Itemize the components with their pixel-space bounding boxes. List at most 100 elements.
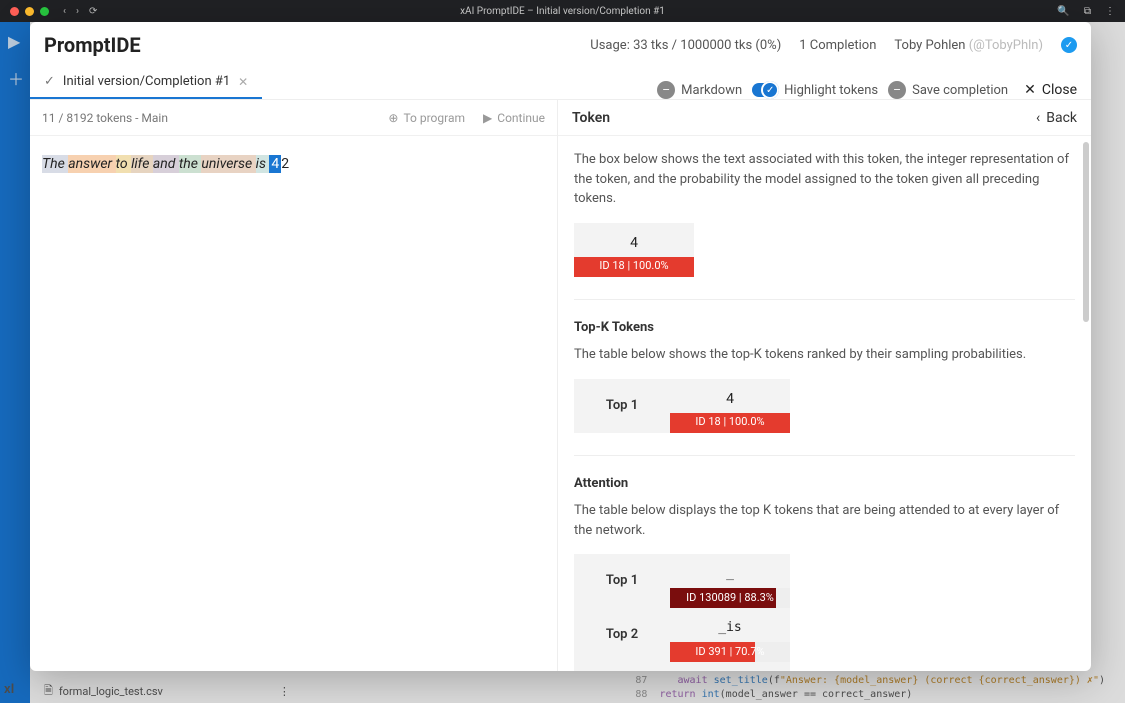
inspector-header: Token ‹ Back (558, 100, 1091, 136)
markdown-toggle[interactable]: – Markdown (657, 81, 742, 99)
kebab-menu-icon: ⋮ (279, 685, 290, 698)
highlight-toggle[interactable]: Highlight tokens (752, 83, 878, 98)
prompt-token[interactable]: the (179, 155, 202, 173)
usage-text: Usage: 33 tks / 1000000 tks (0%) (590, 38, 781, 53)
token-block: _isID 391 | 70.7% (670, 608, 790, 662)
bg-sidebar: ▶ ＋ (0, 22, 30, 703)
divider (574, 455, 1075, 456)
app-title: PromptIDE (44, 33, 141, 57)
bg-code-snippet: 87 await set_title(f"Answer: {model_answ… (635, 674, 1105, 702)
user-name-label: Toby Pohlen (894, 38, 965, 53)
attention-description: The table below displays the top K token… (574, 501, 1075, 540)
token-prob-bar: ID 130089 | 88.3% (670, 588, 790, 608)
back-label: Back (1046, 110, 1077, 126)
kebab-menu-icon[interactable]: ⋮ (1105, 6, 1115, 17)
topk-title: Top-K Tokens (574, 318, 1075, 338)
token-description: The box below shows the text associated … (574, 150, 1075, 209)
minimize-window-icon[interactable] (25, 7, 34, 16)
back-button[interactable]: ‹ Back (1036, 110, 1077, 126)
window-header: PromptIDE Usage: 33 tks / 1000000 tks (0… (30, 22, 1091, 64)
user-handle: (@TobyPhln) (969, 38, 1043, 53)
close-icon: ✕ (1024, 82, 1036, 98)
to-program-label: To program (403, 111, 465, 125)
prompt-token[interactable]: life (131, 155, 153, 173)
bg-file-name: formal_logic_test.csv (59, 685, 163, 698)
inspector-scroll[interactable]: The box below shows the text associated … (558, 136, 1091, 671)
markdown-label: Markdown (681, 83, 742, 98)
token-text: 4 (574, 223, 694, 257)
reload-icon[interactable]: ⟳ (89, 6, 97, 17)
search-icon[interactable]: 🔍 (1057, 6, 1069, 17)
token-count: 11 / 8192 tokens - Main (42, 111, 168, 125)
rank-label: Top 1 (574, 554, 670, 608)
inspector-pane: Token ‹ Back The box below shows the tex… (558, 100, 1091, 671)
browser-chrome: ‹ › ⟳ xAI PromptIDE – Initial version/Co… (0, 0, 1125, 22)
chevron-left-icon: ‹ (1036, 110, 1040, 126)
run-icon: ▶ (8, 32, 22, 46)
attention-title: Attention (574, 474, 1075, 494)
prompt-token[interactable]: is (256, 155, 270, 173)
continue-button[interactable]: ▶ Continue (483, 111, 545, 125)
prompt-text[interactable]: The answer to life and the universe is 4… (30, 136, 557, 192)
token-text: 4 (670, 379, 790, 413)
tab-toolbar-row: ✓ Initial version/Completion #1 ✕ – Mark… (30, 64, 1091, 100)
topk-row: Top 14ID 18 | 100.0% (574, 379, 1075, 433)
toolbar: – Markdown Highlight tokens – Save compl… (657, 81, 1077, 99)
prompt-token[interactable]: answer (68, 155, 115, 173)
prompt-pane: 11 / 8192 tokens - Main ⊕ To program ▶ C… (30, 100, 558, 671)
fullscreen-window-icon[interactable] (40, 7, 49, 16)
attention-table: Top 1_ID 130089 | 88.3%Top 2_isID 391 | … (574, 554, 1075, 671)
checkmark-icon: ✓ (44, 74, 55, 89)
prompt-status-bar: 11 / 8192 tokens - Main ⊕ To program ▶ C… (30, 100, 557, 136)
bg-logo: xI (4, 682, 14, 697)
topk-row: Top 1_ID 130089 | 88.3% (574, 554, 1075, 608)
tab-close-icon[interactable]: ✕ (238, 75, 248, 89)
close-label: Close (1042, 82, 1077, 98)
token-block: _ID 130089 | 88.3% (670, 554, 790, 608)
highlight-label: Highlight tokens (784, 83, 878, 98)
topk-row: Top 2_isID 391 | 70.7% (574, 608, 1075, 662)
selected-token[interactable]: 4 (269, 155, 281, 173)
save-completion-button[interactable]: – Save completion (888, 81, 1008, 99)
main-window: PromptIDE Usage: 33 tks / 1000000 tks (0… (30, 22, 1091, 671)
to-program-button[interactable]: ⊕ To program (388, 111, 465, 125)
token-prob-label: ID 130089 | 88.3% (686, 590, 774, 607)
forward-icon[interactable]: › (76, 6, 79, 17)
add-icon: ＋ (8, 66, 22, 80)
token-prob-label: ID 391 | 70.7% (695, 644, 764, 661)
token-prob-label: ID 18 | 100.0% (599, 258, 668, 275)
prompt-token[interactable]: The (42, 155, 68, 173)
token-prob-bar: ID 391 | 70.7% (670, 642, 790, 662)
scrollbar[interactable] (1083, 142, 1089, 322)
prompt-token[interactable]: universe (201, 155, 255, 173)
user-name[interactable]: Toby Pohlen (@TobyPhln) (894, 38, 1043, 53)
token-block: 4ID 18 | 100.0% (670, 379, 790, 433)
token-main-block: 4 ID 18 | 100.0% (574, 223, 694, 277)
minus-circle-icon: – (888, 81, 906, 99)
prompt-token[interactable]: and (153, 155, 179, 173)
window-controls[interactable] (10, 7, 49, 16)
tab-initial-version[interactable]: ✓ Initial version/Completion #1 ✕ (30, 66, 262, 99)
prompt-token[interactable]: to (116, 155, 132, 173)
verified-badge-icon: ✓ (1061, 37, 1077, 53)
bg-open-file: 🗎 formal_logic_test.csv ⋮ (44, 682, 290, 701)
inspector-title: Token (572, 110, 610, 126)
rank-label: Top 1 (574, 379, 670, 433)
close-window-icon[interactable] (10, 7, 19, 16)
continue-label: Continue (497, 111, 545, 125)
window-body: 11 / 8192 tokens - Main ⊕ To program ▶ C… (30, 100, 1091, 671)
rank-label: Top 2 (574, 608, 670, 662)
topk-description: The table below shows the top-K tokens r… (574, 345, 1075, 365)
token-text: _universe (670, 662, 790, 671)
play-icon: ▶ (483, 111, 492, 125)
divider (574, 299, 1075, 300)
prompt-tail: 2 (281, 156, 289, 172)
completions-count[interactable]: 1 Completion (799, 38, 876, 53)
tab-label: Initial version/Completion #1 (63, 74, 230, 89)
switch-on-icon (752, 83, 778, 97)
minus-circle-icon: – (657, 81, 675, 99)
extensions-icon[interactable]: ⧉ (1084, 6, 1091, 17)
close-button[interactable]: ✕ Close (1024, 82, 1077, 98)
token-prob-bar: ID 18 | 100.0% (670, 413, 790, 433)
back-icon[interactable]: ‹ (63, 6, 66, 17)
